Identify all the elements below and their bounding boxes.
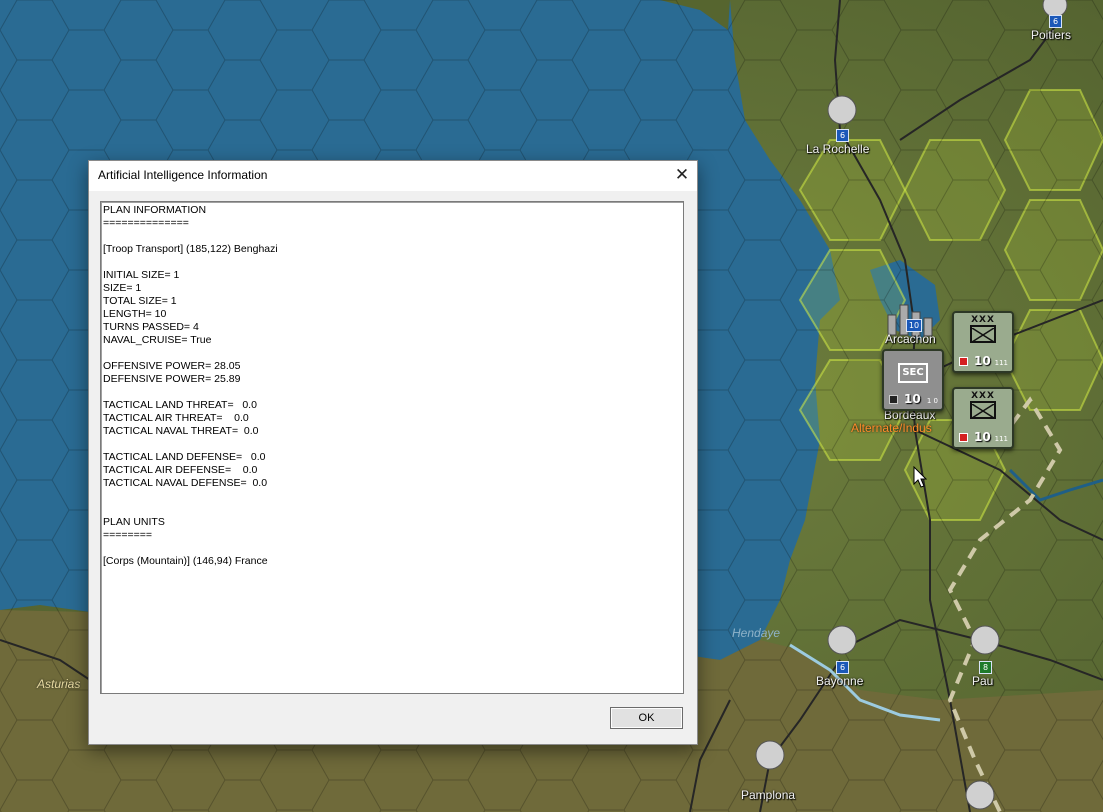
- info-line: TURNS PASSED= 4: [103, 321, 199, 333]
- unit-type-sec: SEC: [898, 363, 928, 383]
- city-label-arcachon: Arcachon: [885, 332, 936, 346]
- city-label-la-rochelle: La Rochelle: [806, 142, 870, 156]
- info-line: [103, 347, 681, 360]
- city-label-pamplona: Pamplona: [741, 788, 796, 802]
- swiss-flag-icon: [959, 433, 968, 442]
- unit-sub-stats: 111: [994, 359, 1008, 367]
- swiss-flag-icon: [959, 357, 968, 366]
- unit-counter-corps-south[interactable]: XXX 10 111: [952, 387, 1014, 449]
- unit-strength: 10: [904, 392, 921, 406]
- unit-sub-stats: 111: [994, 435, 1008, 443]
- info-line: [103, 438, 681, 451]
- ai-information-dialog: Artificial Intelligence Information ✕ PL…: [88, 160, 698, 745]
- city-label-bayonne: Bayonne: [816, 674, 864, 688]
- city-label-poitiers: Poitiers: [1031, 28, 1072, 42]
- info-line: TACTICAL LAND THREAT= 0.0: [103, 399, 257, 411]
- mouse-cursor-icon: [913, 466, 927, 488]
- city-badge-pau: 8: [979, 661, 992, 674]
- info-line: TACTICAL AIR THREAT= 0.0: [103, 412, 249, 424]
- info-line: [Corps (Mountain)] (146,94) France: [103, 555, 268, 567]
- info-line: TACTICAL NAVAL DEFENSE= 0.0: [103, 477, 268, 489]
- info-line: [103, 542, 681, 555]
- mountain-infantry-icon: [970, 401, 996, 419]
- plan-information-textarea[interactable]: PLAN INFORMATION ============== [Troop Tr…: [100, 201, 684, 694]
- ok-button[interactable]: OK: [610, 707, 683, 729]
- city-label-pau: Pau: [972, 674, 994, 688]
- info-line: OFFENSIVE POWER= 28.05: [103, 360, 241, 372]
- dialog-titlebar[interactable]: Artificial Intelligence Information ✕: [89, 161, 697, 191]
- info-line: PLAN INFORMATION: [103, 204, 207, 216]
- region-label-hendaye: Hendaye: [732, 626, 781, 640]
- info-line: PLAN UNITS: [103, 516, 165, 528]
- dialog-title: Artificial Intelligence Information: [98, 168, 268, 182]
- info-line: ==============: [103, 217, 189, 229]
- info-line: ========: [103, 529, 153, 541]
- unit-echelon-label: XXX: [971, 391, 995, 401]
- info-line: NAVAL_CRUISE= True: [103, 334, 212, 346]
- info-line: TOTAL SIZE= 1: [103, 295, 177, 307]
- info-line: TACTICAL LAND DEFENSE= 0.0: [103, 451, 266, 463]
- info-line: DEFENSIVE POWER= 25.89: [103, 373, 241, 385]
- info-line: TACTICAL NAVAL THREAT= 0.0: [103, 425, 259, 437]
- info-line: [103, 503, 681, 516]
- info-line: [103, 386, 681, 399]
- unit-strength: 10: [974, 430, 991, 444]
- region-label-asturias: Asturias: [37, 677, 81, 691]
- unit-counter-sec[interactable]: SEC 10 1 0: [882, 349, 944, 411]
- close-icon[interactable]: ✕: [667, 161, 697, 191]
- info-line: [103, 490, 681, 503]
- info-line: [103, 230, 681, 243]
- unit-echelon-label: XXX: [971, 315, 995, 325]
- info-line: TACTICAL AIR DEFENSE= 0.0: [103, 464, 258, 476]
- info-line: [103, 256, 681, 269]
- iron-cross-icon: [889, 395, 898, 404]
- city-badge-poitiers: 6: [1049, 15, 1062, 28]
- mountain-infantry-icon: [970, 325, 996, 343]
- alternate-indus-label: Alternate/Indus: [851, 421, 932, 435]
- info-line: LENGTH= 10: [103, 308, 167, 320]
- info-line: SIZE= 1: [103, 282, 142, 294]
- info-line: INITIAL SIZE= 1: [103, 269, 180, 281]
- city-badge-arcachon: 10: [906, 319, 922, 332]
- unit-strength: 10: [974, 354, 991, 368]
- unit-sub-stats: 1 0: [926, 397, 938, 405]
- city-badge-bayonne: 6: [836, 661, 849, 674]
- unit-counter-corps-north[interactable]: XXX 10 111: [952, 311, 1014, 373]
- city-badge-la-rochelle: 6: [836, 129, 849, 142]
- info-line: [Troop Transport] (185,122) Benghazi: [103, 243, 278, 255]
